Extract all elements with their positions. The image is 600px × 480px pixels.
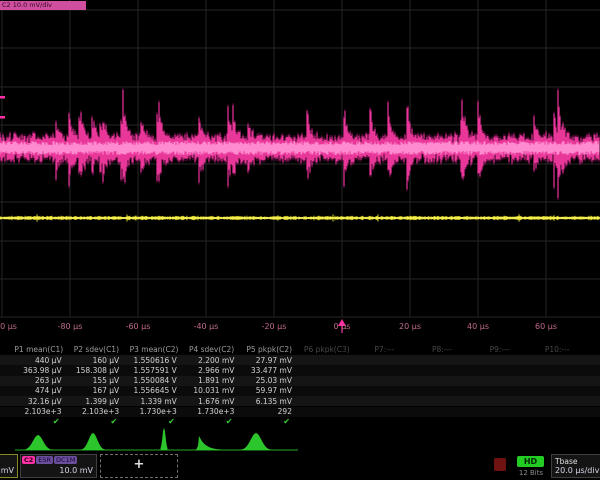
c2-trigger-level-marker[interactable]	[0, 116, 5, 119]
param-value: 2.103e+3	[10, 407, 62, 416]
param-status-check-icon: ✔	[183, 417, 233, 426]
c2-vertical-scale: 10.0 mV	[59, 466, 93, 475]
table-row: 2.103e+3 2.103e+3 1.730e+3 1.730e+3 292	[0, 407, 600, 417]
param-header[interactable]: P4 sdev(C2)	[183, 345, 241, 354]
param-value: 1.399 µV	[68, 397, 120, 406]
measurement-histicon	[186, 436, 225, 450]
param-status-check-icon: ✔	[125, 417, 175, 426]
measurement-histicon	[240, 433, 272, 450]
c2-label: C2	[22, 456, 35, 464]
time-axis-label: -20 µs	[262, 322, 287, 331]
time-axis-label: -80 µs	[58, 322, 83, 331]
param-header-unused[interactable]: P9:---	[471, 345, 529, 354]
table-row: 363.98 µV 158.308 µV 1.557591 V 2.966 mV 33.…	[0, 365, 600, 375]
timebase-descriptor[interactable]: Tbase 20.0 µs/div	[551, 454, 600, 478]
hd-mode-badge[interactable]: HD	[517, 456, 544, 467]
param-value: 1.550616 V	[125, 356, 177, 365]
param-value: 440 µV	[10, 356, 62, 365]
channel-descriptor-c1[interactable]: C1DC1M 10.0 mV	[0, 454, 18, 478]
param-header[interactable]: P1 mean(C1)	[10, 345, 68, 354]
param-value: 292	[240, 407, 292, 416]
param-value: 1.339 mV	[125, 397, 177, 406]
time-axis-label: -100 µs	[0, 322, 17, 331]
param-header-unused[interactable]: P10:---	[528, 345, 586, 354]
param-value: 167 µV	[68, 386, 120, 395]
param-value: 263 µV	[10, 376, 62, 385]
measure-table: P1 mean(C1)P2 sdev(C1)P3 mean(C2)P4 sdev…	[0, 344, 600, 430]
table-row: 32.16 µV 1.399 µV 1.339 mV 1.676 mV 6.135 mV	[0, 396, 600, 406]
time-axis: -100 µs -80 µs -60 µs -40 µs -20 µs 0 µs 20 µs…	[0, 318, 600, 335]
param-value: 2.103e+3	[68, 407, 120, 416]
param-header-unused[interactable]: P11:---	[586, 345, 600, 354]
param-value: 59.97 mV	[240, 386, 292, 395]
time-axis-label: 60 µs	[535, 322, 557, 331]
param-value: 10.031 mV	[183, 386, 235, 395]
param-value: 160 µV	[68, 356, 120, 365]
param-value: 158.308 µV	[68, 366, 120, 375]
param-status-check-icon: ✔	[10, 417, 60, 426]
trigger-descriptor-edge[interactable]	[494, 458, 506, 471]
timebase-scale: 20.0 µs/div	[555, 466, 599, 475]
param-value: 1.556645 V	[125, 386, 177, 395]
param-header[interactable]: P5 pkpk(C2)	[240, 345, 298, 354]
c2-coupling-badge: DC1M	[54, 456, 77, 464]
param-value: 155 µV	[68, 376, 120, 385]
time-axis-label: 40 µs	[467, 322, 489, 331]
trace-annotation[interactable]: C2 10.0 mV/div	[0, 1, 86, 10]
plus-icon: +	[101, 457, 177, 472]
time-axis-label: 0 µs	[334, 322, 351, 331]
channel-descriptor-c2[interactable]: C2ESRDC1M 10.0 mV	[20, 454, 97, 478]
c2-esr-badge: ESR	[36, 456, 53, 464]
table-row: 263 µV 155 µV 1.550084 V 1.891 mV 25.03 mV	[0, 376, 600, 386]
param-value: 474 µV	[10, 386, 62, 395]
param-status-check-icon: ✔	[240, 417, 290, 426]
measurement-histicon	[80, 433, 106, 450]
param-value: 1.730e+3	[183, 407, 235, 416]
param-header-unused[interactable]: P8:---	[413, 345, 471, 354]
hd-bits-label: 12 Bits	[511, 469, 551, 477]
measurement-histicon	[23, 435, 53, 450]
time-axis-label: 20 µs	[399, 322, 421, 331]
param-value: 1.676 mV	[183, 397, 235, 406]
param-status-check-icon: ✔	[68, 417, 118, 426]
param-value: 2.966 mV	[183, 366, 235, 375]
param-header-unused[interactable]: P6 pkpk(C3)	[298, 345, 356, 354]
c2-offset-marker[interactable]	[0, 96, 5, 99]
param-value: 1.557591 V	[125, 366, 177, 375]
param-value: 1.730e+3	[125, 407, 177, 416]
param-value: 27.97 mV	[240, 356, 292, 365]
time-axis-label: -40 µs	[194, 322, 219, 331]
timebase-label: Tbase	[555, 457, 577, 466]
measurement-histicon	[161, 428, 168, 450]
param-value: 1.891 mV	[183, 376, 235, 385]
oscilloscope-screen: C2 10.0 mV/div -100 µs -80 µs -60 µs -40 µs…	[0, 0, 600, 480]
time-axis-label: -60 µs	[126, 322, 151, 331]
param-value: 32.16 µV	[10, 397, 62, 406]
param-header-unused[interactable]: P7:---	[356, 345, 414, 354]
param-value: 25.03 mV	[240, 376, 292, 385]
param-value: 6.135 mV	[240, 397, 292, 406]
table-row: 474 µV 167 µV 1.556645 V 10.031 mV 59.97 mV	[0, 386, 600, 396]
add-trace-button[interactable]: +	[100, 454, 178, 478]
param-value: 363.98 µV	[10, 366, 62, 375]
param-header[interactable]: P2 sdev(C1)	[68, 345, 126, 354]
c1-vertical-scale: 10.0 mV	[0, 466, 14, 475]
param-header[interactable]: P3 mean(C2)	[125, 345, 183, 354]
table-row: 440 µV 160 µV 1.550616 V 2.200 mV 27.97 mV	[0, 355, 600, 365]
param-value: 33.477 mV	[240, 366, 292, 375]
param-value: 1.550084 V	[125, 376, 177, 385]
param-value: 2.200 mV	[183, 356, 235, 365]
